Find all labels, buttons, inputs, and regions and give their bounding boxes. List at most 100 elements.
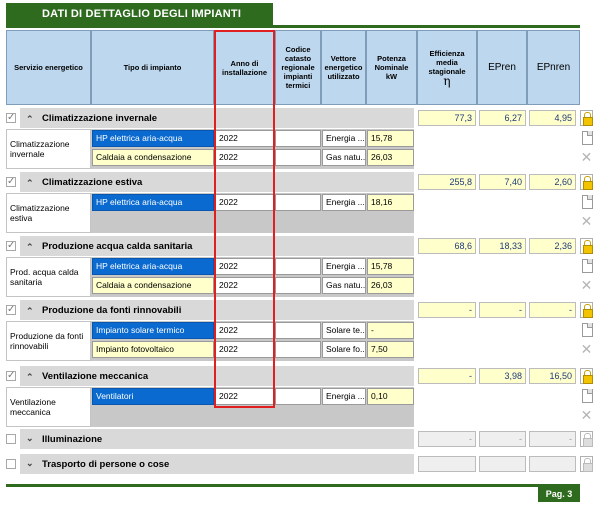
- epren-value: 7,40: [479, 174, 526, 190]
- epnren-value: -: [529, 302, 576, 318]
- potenza-nominale-field[interactable]: 15,78: [367, 258, 414, 275]
- potenza-nominale-field[interactable]: -: [367, 322, 414, 339]
- document-icon[interactable]: [580, 388, 593, 404]
- anno-installazione-input[interactable]: 2022: [215, 130, 274, 147]
- delete-x-icon[interactable]: ✕: [580, 277, 593, 293]
- impianto-type-field[interactable]: Impianto fotovoltaico: [92, 341, 214, 358]
- efficienza-value: -: [418, 368, 476, 384]
- anno-installazione-input[interactable]: 2022: [215, 149, 274, 166]
- potenza-nominale-field[interactable]: 26,03: [367, 149, 414, 166]
- eta-symbol: η: [443, 74, 451, 88]
- lock-icon[interactable]: [580, 456, 593, 472]
- delete-x-icon[interactable]: ✕: [580, 341, 593, 357]
- lock-icon[interactable]: [580, 431, 593, 447]
- potenza-nominale-field[interactable]: 15,78: [367, 130, 414, 147]
- section-checkbox[interactable]: [6, 176, 16, 187]
- section-checkbox[interactable]: [6, 459, 16, 469]
- impianto-type-field[interactable]: Caldaia a condensazione: [92, 149, 214, 166]
- collapse-chevron-icon[interactable]: ⌃: [26, 114, 34, 125]
- col-header-servizio: Servizio energetico: [6, 30, 91, 105]
- efficienza-value: -: [418, 302, 476, 318]
- codice-catasto-input[interactable]: [275, 388, 321, 405]
- expand-chevron-icon[interactable]: ⌄: [26, 433, 34, 444]
- collapse-chevron-icon[interactable]: ⌃: [26, 372, 34, 383]
- potenza-nominale-field[interactable]: 26,03: [367, 277, 414, 294]
- vettore-energetico-field[interactable]: Energia ...: [322, 258, 366, 275]
- epnren-value: 4,95: [529, 110, 576, 126]
- col-header-codice: Codice catasto regionale impianti termic…: [275, 30, 321, 105]
- codice-catasto-input[interactable]: [275, 277, 321, 294]
- delete-x-icon[interactable]: ✕: [580, 407, 593, 423]
- delete-x-icon[interactable]: ✕: [580, 213, 593, 229]
- anno-installazione-input[interactable]: 2022: [215, 388, 274, 405]
- impianto-type-field[interactable]: HP elettrica aria-acqua: [92, 194, 214, 211]
- efficienza-value: [418, 456, 476, 472]
- codice-catasto-input[interactable]: [275, 258, 321, 275]
- section-label: Climatizzazione estiva: [42, 177, 143, 188]
- col-header-vettore: Vettore energetico utilizzato: [321, 30, 366, 105]
- codice-catasto-input[interactable]: [275, 130, 321, 147]
- section-checkbox[interactable]: [6, 240, 16, 251]
- anno-installazione-input[interactable]: 2022: [215, 341, 274, 358]
- page-title-bar: DATI DI DETTAGLIO DEGLI IMPIANTI: [6, 3, 273, 25]
- section-checkbox[interactable]: [6, 434, 16, 444]
- section-label: Ventilazione meccanica: [42, 371, 149, 382]
- vettore-energetico-field[interactable]: Solare te...: [322, 322, 366, 339]
- anno-installazione-input[interactable]: 2022: [215, 277, 274, 294]
- section-label: Climatizzazione invernale: [42, 113, 158, 124]
- document-icon[interactable]: [580, 258, 593, 274]
- section-checkbox[interactable]: [6, 304, 16, 315]
- page-number-badge: Pag. 3: [538, 487, 580, 502]
- collapse-chevron-icon[interactable]: ⌃: [26, 242, 34, 253]
- efficienza-value: -: [418, 431, 476, 447]
- collapse-chevron-icon[interactable]: ⌃: [26, 178, 34, 189]
- impianto-type-field[interactable]: Impianto solare termico: [92, 322, 214, 339]
- epnren-value: 2,60: [529, 174, 576, 190]
- lock-icon[interactable]: [580, 110, 593, 126]
- section-label: Illuminazione: [42, 434, 103, 445]
- document-icon[interactable]: [580, 322, 593, 338]
- document-icon[interactable]: [580, 130, 593, 146]
- impianto-type-field[interactable]: Ventilatori: [92, 388, 214, 405]
- impianto-type-field[interactable]: HP elettrica aria-acqua: [92, 130, 214, 147]
- epnren-value: 16,50: [529, 368, 576, 384]
- epnren-value: [529, 456, 576, 472]
- section-checkbox[interactable]: [6, 112, 16, 123]
- vettore-energetico-field[interactable]: Energia ...: [322, 130, 366, 147]
- expand-chevron-icon[interactable]: ⌄: [26, 458, 34, 469]
- collapse-chevron-icon[interactable]: ⌃: [26, 306, 34, 317]
- codice-catasto-input[interactable]: [275, 149, 321, 166]
- lock-icon[interactable]: [580, 302, 593, 318]
- epnren-value: 2,36: [529, 238, 576, 254]
- epren-value: 3,98: [479, 368, 526, 384]
- codice-catasto-input[interactable]: [275, 322, 321, 339]
- potenza-nominale-field[interactable]: 18,16: [367, 194, 414, 211]
- potenza-nominale-field[interactable]: 7,50: [367, 341, 414, 358]
- anno-installazione-input[interactable]: 2022: [215, 322, 274, 339]
- epren-value: [479, 456, 526, 472]
- impianto-type-field[interactable]: Caldaia a condensazione: [92, 277, 214, 294]
- vettore-energetico-field[interactable]: Solare fo...: [322, 341, 366, 358]
- potenza-nominale-field[interactable]: 0,10: [367, 388, 414, 405]
- vettore-energetico-field[interactable]: Gas natu...: [322, 149, 366, 166]
- codice-catasto-input[interactable]: [275, 194, 321, 211]
- section-label: Produzione acqua calda sanitaria: [42, 241, 193, 252]
- lock-icon[interactable]: [580, 174, 593, 190]
- col-header-tipo: Tipo di impianto: [91, 30, 214, 105]
- lock-icon[interactable]: [580, 368, 593, 384]
- anno-installazione-input[interactable]: 2022: [215, 194, 274, 211]
- page-title: DATI DI DETTAGLIO DEGLI IMPIANTI: [42, 8, 242, 20]
- vettore-energetico-field[interactable]: Energia ...: [322, 388, 366, 405]
- vettore-energetico-field[interactable]: Energia ...: [322, 194, 366, 211]
- lock-icon[interactable]: [580, 238, 593, 254]
- col-header-epren: EPren: [477, 30, 527, 105]
- detail-service-label: Prod. acqua calda sanitaria: [6, 257, 91, 297]
- impianto-type-field[interactable]: HP elettrica aria-acqua: [92, 258, 214, 275]
- codice-catasto-input[interactable]: [275, 341, 321, 358]
- anno-installazione-input[interactable]: 2022: [215, 258, 274, 275]
- epren-value: -: [479, 302, 526, 318]
- delete-x-icon[interactable]: ✕: [580, 149, 593, 165]
- document-icon[interactable]: [580, 194, 593, 210]
- section-checkbox[interactable]: [6, 370, 16, 381]
- vettore-energetico-field[interactable]: Gas natu...: [322, 277, 366, 294]
